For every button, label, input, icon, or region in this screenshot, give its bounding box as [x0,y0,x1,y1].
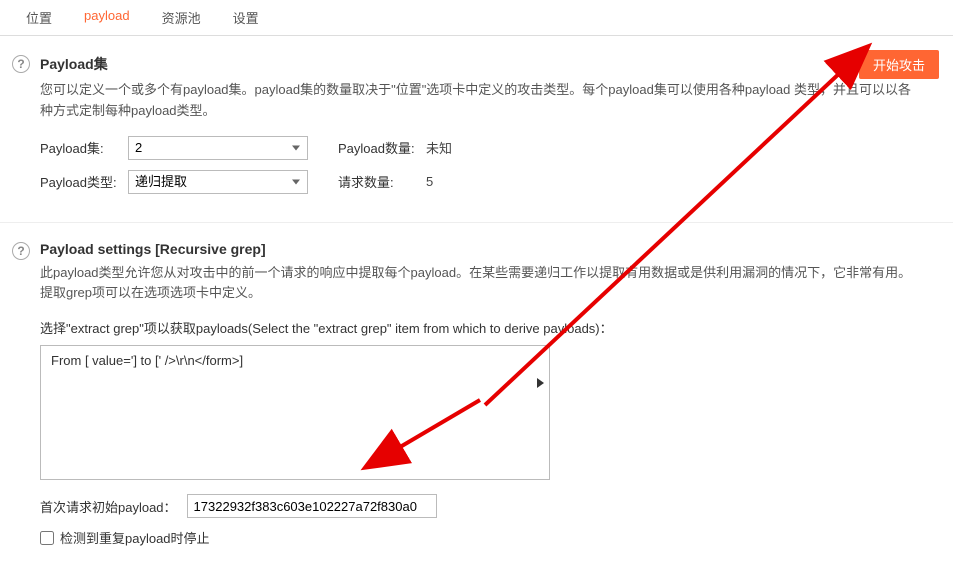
tab-position[interactable]: 位置 [10,0,68,35]
help-icon[interactable]: ? [12,55,30,73]
section-title-payload-sets: Payload集 [40,54,923,74]
stop-on-duplicate-label: 检测到重复payload时停止 [60,528,210,547]
payload-settings-description: 此payload类型允许您从对攻击中的前一个请求的响应中提取每个payload。… [40,263,923,305]
help-icon[interactable]: ? [12,242,30,260]
payload-type-select[interactable]: 递归提取 [128,170,308,194]
payload-type-label: Payload类型: [40,172,118,191]
initial-payload-input[interactable] [187,494,437,518]
tab-settings[interactable]: 设置 [217,0,275,35]
section-payload-sets: 开始攻击 ? Payload集 您可以定义一个或多个有payload集。payl… [0,36,953,223]
caret-right-icon [537,378,544,388]
start-attack-button[interactable]: 开始攻击 [859,50,939,79]
request-count-value: 5 [426,174,433,189]
payload-set-select[interactable]: 2 [128,136,308,160]
extract-grep-label: 选择"extract grep"项以获取payloads(Select the … [40,318,923,337]
payload-set-label: Payload集: [40,138,118,157]
section-payload-settings: ? Payload settings [Recursive grep] 此pay… [0,223,953,565]
tab-payload[interactable]: payload [68,0,146,35]
payload-sets-description: 您可以定义一个或多个有payload集。payload集的数量取决于"位置"选项… [40,80,923,122]
payload-count-value: 未知 [426,138,452,157]
payload-count-label: Payload数量: [338,138,416,157]
section-title-payload-settings: Payload settings [Recursive grep] [40,241,923,257]
list-item[interactable]: From [ value='] to [' />\r\n</form>] [51,352,539,369]
tab-bar: 位置 payload 资源池 设置 [0,0,953,36]
stop-on-duplicate-checkbox[interactable] [40,531,54,545]
request-count-label: 请求数量: [338,172,416,191]
tab-resource-pool[interactable]: 资源池 [146,0,217,35]
initial-payload-label: 首次请求初始payload： [40,497,177,516]
extract-grep-listbox[interactable]: From [ value='] to [' />\r\n</form>] [40,345,550,480]
